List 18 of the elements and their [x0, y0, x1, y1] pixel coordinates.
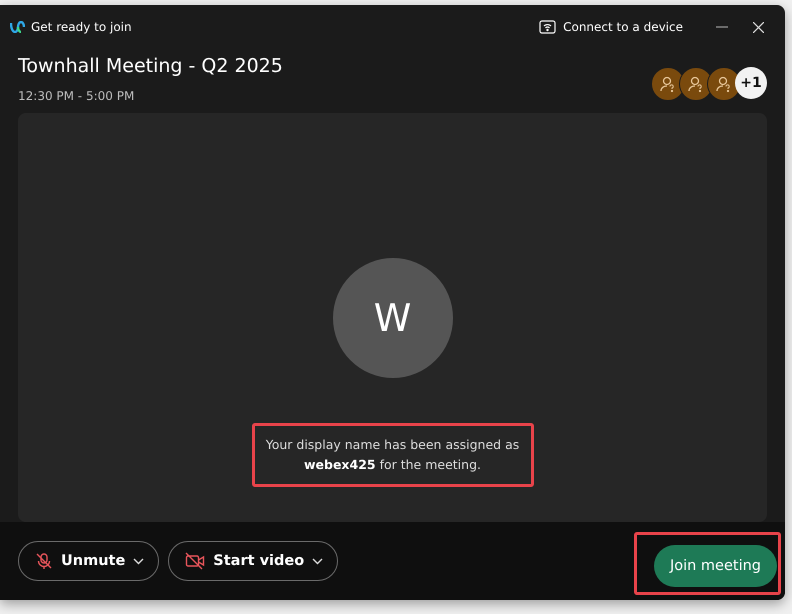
connect-device-link[interactable]: Connect to a device [539, 20, 683, 34]
user-avatar: W [332, 258, 452, 378]
video-off-icon [185, 552, 206, 570]
muted-microphone-icon [35, 552, 53, 570]
caret-icon [133, 558, 144, 564]
meeting-title: Townhall Meeting - Q2 2025 [18, 55, 284, 77]
minimize-icon [716, 26, 728, 28]
meeting-time: 12:30 PM - 5:00 PM [18, 89, 136, 103]
caret-icon [312, 558, 324, 564]
start-video-button[interactable]: Start video [168, 541, 338, 581]
unmute-button[interactable]: Unmute [18, 541, 160, 581]
window-title: Get ready to join [31, 20, 132, 34]
wireless-device-icon [539, 20, 556, 34]
join-meeting-button[interactable]: Join meeting [654, 544, 777, 586]
close-icon [752, 22, 764, 32]
display-name-notice: Your display name has been assigned as webex425 for the meeting. [266, 436, 520, 474]
more-participants-count: +1 [735, 67, 767, 99]
app-logo-icon [10, 21, 25, 33]
